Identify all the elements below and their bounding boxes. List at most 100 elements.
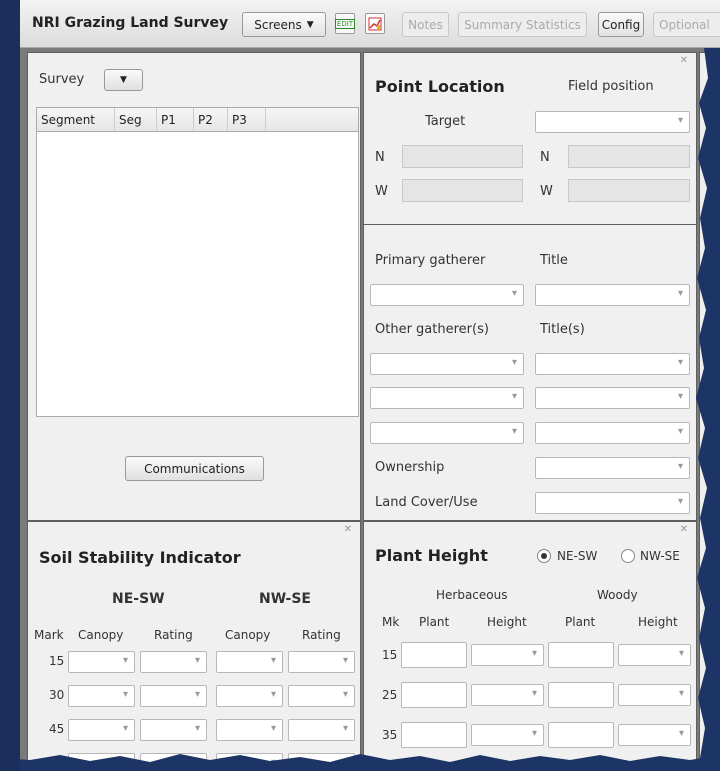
point-location-panel: ✕ Point Location Field position Target N… — [363, 52, 697, 226]
col-p2[interactable]: P2 — [194, 108, 228, 131]
plant-mark: 15 — [382, 648, 398, 662]
title-dropdown[interactable] — [535, 284, 690, 306]
notes-button[interactable]: Notes — [402, 12, 449, 37]
point-location-title: Point Location — [375, 77, 505, 96]
soil-mark: 15 — [49, 654, 65, 668]
survey-panel: Survey ▼ Segment Seg P1 P2 P3 Communicat… — [27, 52, 361, 521]
col-p3[interactable]: P3 — [228, 108, 266, 131]
chevron-down-icon: ▼ — [306, 19, 314, 30]
soil-mark: 45 — [49, 722, 65, 736]
other-gatherer-dropdown-2[interactable] — [370, 387, 524, 409]
col-segment[interactable]: Segment — [37, 108, 115, 131]
soil-header-rating-1: Rating — [154, 628, 193, 642]
other-gatherer-dropdown-1[interactable] — [370, 353, 524, 375]
edit-icon[interactable]: EDIT — [334, 13, 356, 34]
soil-rating-ne-dropdown[interactable] — [140, 651, 207, 673]
soil-nw-se-label: NW-SE — [259, 591, 311, 607]
optional-button[interactable]: Optional — [653, 12, 720, 37]
screens-button[interactable]: Screens ▼ — [242, 12, 326, 37]
gatherers-panel: Primary gatherer Title Other gatherer(s)… — [363, 224, 697, 521]
soil-rating-nw-dropdown[interactable] — [288, 685, 355, 707]
plant-header-plant-2: Plant — [565, 615, 596, 629]
soil-canopy-ne-dropdown[interactable] — [68, 651, 135, 673]
other-title-dropdown-1[interactable] — [535, 353, 690, 375]
nw-se-radio-label: NW-SE — [640, 549, 680, 563]
woody-plant-field[interactable] — [548, 682, 614, 708]
plant-height-title: Plant Height — [375, 546, 488, 565]
torn-edge-bottom — [0, 754, 720, 771]
herbaceous-label: Herbaceous — [436, 588, 508, 602]
herb-plant-field[interactable] — [401, 642, 467, 668]
close-icon[interactable]: ✕ — [344, 524, 352, 535]
soil-header-canopy-2: Canopy — [225, 628, 271, 642]
plant-mark: 25 — [382, 688, 398, 702]
herb-height-dropdown[interactable] — [471, 724, 544, 746]
soil-canopy-nw-dropdown[interactable] — [216, 685, 283, 707]
land-cover-label: Land Cover/Use — [375, 495, 478, 510]
summary-statistics-button[interactable]: Summary Statistics — [458, 12, 587, 37]
chart-icon[interactable] — [365, 13, 385, 34]
col-p1[interactable]: P1 — [157, 108, 194, 131]
other-title-dropdown-2[interactable] — [535, 387, 690, 409]
target-w-label: W — [375, 184, 388, 199]
other-gatherers-label: Other gatherer(s) — [375, 322, 489, 337]
survey-label: Survey — [39, 72, 85, 87]
nw-se-radio[interactable] — [621, 549, 635, 563]
close-icon[interactable]: ✕ — [680, 55, 688, 66]
soil-canopy-nw-dropdown[interactable] — [216, 651, 283, 673]
field-w-label: W — [540, 184, 553, 199]
app-title: NRI Grazing Land Survey — [32, 15, 229, 31]
config-button[interactable]: Config — [598, 12, 644, 37]
soil-rating-nw-dropdown[interactable] — [288, 719, 355, 741]
soil-canopy-ne-dropdown[interactable] — [68, 719, 135, 741]
soil-rating-ne-dropdown[interactable] — [140, 719, 207, 741]
plant-header-height-1: Height — [487, 615, 527, 629]
field-n-field[interactable] — [568, 145, 690, 168]
ownership-label: Ownership — [375, 460, 445, 475]
woody-plant-field[interactable] — [548, 642, 614, 668]
field-position-label: Field position — [568, 79, 654, 94]
communications-button[interactable]: Communications — [125, 456, 264, 481]
herb-height-dropdown[interactable] — [471, 684, 544, 706]
ne-sw-radio-label: NE-SW — [557, 549, 598, 563]
soil-header-mark: Mark — [34, 628, 64, 642]
soil-stability-title: Soil Stability Indicator — [39, 548, 241, 567]
ne-sw-radio[interactable] — [537, 549, 551, 563]
field-position-dropdown[interactable] — [535, 111, 690, 133]
survey-dropdown[interactable]: ▼ — [104, 69, 143, 91]
workspace: Survey ▼ Segment Seg P1 P2 P3 Communicat… — [20, 48, 720, 771]
other-gatherer-dropdown-3[interactable] — [370, 422, 524, 444]
woody-label: Woody — [597, 588, 638, 602]
close-icon[interactable]: ✕ — [680, 524, 688, 535]
soil-rating-ne-dropdown[interactable] — [140, 685, 207, 707]
herb-height-dropdown[interactable] — [471, 644, 544, 666]
ownership-dropdown[interactable] — [535, 457, 690, 479]
target-label: Target — [425, 114, 466, 129]
background-left-strip — [0, 0, 20, 771]
woody-height-dropdown[interactable] — [618, 644, 691, 666]
woody-height-dropdown[interactable] — [618, 684, 691, 706]
field-w-field[interactable] — [568, 179, 690, 202]
target-n-field[interactable] — [402, 145, 523, 168]
chart-graphic — [368, 17, 382, 30]
herb-plant-field[interactable] — [401, 682, 467, 708]
land-cover-dropdown[interactable] — [535, 492, 690, 514]
soil-rating-nw-dropdown[interactable] — [288, 651, 355, 673]
plant-header-height-2: Height — [638, 615, 678, 629]
soil-canopy-nw-dropdown[interactable] — [216, 719, 283, 741]
woody-height-dropdown[interactable] — [618, 724, 691, 746]
other-title-dropdown-3[interactable] — [535, 422, 690, 444]
plant-header-mk: Mk — [382, 615, 400, 629]
soil-header-canopy-1: Canopy — [78, 628, 124, 642]
primary-gatherer-dropdown[interactable] — [370, 284, 524, 306]
soil-mark: 30 — [49, 688, 65, 702]
soil-canopy-ne-dropdown[interactable] — [68, 685, 135, 707]
field-n-label: N — [540, 150, 550, 165]
soil-stability-panel: ✕ Soil Stability Indicator NE-SW NW-SE M… — [27, 521, 361, 771]
herb-plant-field[interactable] — [401, 722, 467, 748]
target-w-field[interactable] — [402, 179, 523, 202]
woody-plant-field[interactable] — [548, 722, 614, 748]
segment-table-header: Segment Seg P1 P2 P3 — [37, 108, 358, 132]
col-seg[interactable]: Seg — [115, 108, 157, 131]
soil-ne-sw-label: NE-SW — [112, 591, 165, 607]
